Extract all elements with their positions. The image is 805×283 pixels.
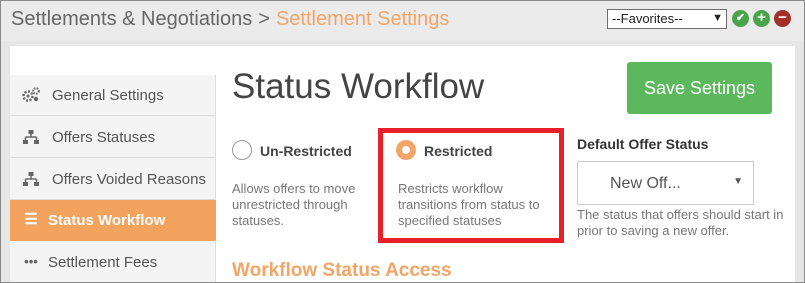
settings-sidebar: General Settings Offers Statuses Offers …	[10, 75, 216, 282]
breadcrumb: Settlements & Negotiations > Settlement Se…	[11, 8, 449, 31]
list-icon: ☰	[24, 211, 38, 228]
breadcrumb-parent[interactable]: Settlements & Negotiations	[11, 8, 252, 30]
default-offer-status-label: Default Offer Status	[577, 136, 709, 152]
default-offer-status-value: New Off...	[610, 175, 681, 192]
restricted-highlight-box	[378, 128, 564, 243]
sitemap-icon	[22, 171, 40, 187]
default-offer-status-select[interactable]: New Off... ▼	[577, 161, 754, 205]
sidebar-item-offers-statuses[interactable]: Offers Statuses	[10, 117, 216, 158]
favorites-value: --Favorites--	[612, 11, 683, 26]
check-icon[interactable]: ✔	[732, 10, 749, 27]
sidebar-item-label: General Settings	[52, 87, 164, 104]
unrestricted-description: Allows offers to move unrestricted throu…	[232, 181, 356, 228]
default-offer-status-help: The status that offers should start in p…	[577, 207, 784, 238]
remove-favorite-icon[interactable]: −	[774, 10, 791, 27]
sidebar-item-label: Status Workflow	[48, 212, 166, 229]
sidebar-item-settlement-fees[interactable]: ••• Settlement Fees	[10, 242, 216, 282]
caret-down-icon: ▼	[733, 176, 743, 187]
sidebar-item-status-workflow[interactable]: ☰ Status Workflow	[10, 200, 216, 241]
sidebar-item-general-settings[interactable]: General Settings	[10, 75, 216, 116]
sitemap-icon	[22, 129, 40, 145]
unrestricted-radio[interactable]	[232, 140, 252, 160]
unrestricted-label[interactable]: Un-Restricted	[260, 143, 352, 159]
sidebar-item-label: Settlement Fees	[48, 254, 158, 271]
app-window: Settlements & Negotiations > Settlement Se…	[0, 0, 805, 283]
chevron-down-icon: ▼	[712, 12, 723, 24]
section-heading: Workflow Status Access	[232, 260, 452, 281]
gears-icon	[22, 87, 40, 103]
page-title: Status Workflow	[232, 67, 485, 106]
sidebar-item-label: Offers Statuses	[52, 129, 156, 146]
breadcrumb-current: Settlement Settings	[275, 8, 450, 30]
breadcrumb-separator: >	[258, 8, 270, 30]
save-settings-button[interactable]: Save Settings	[627, 62, 772, 114]
sidebar-item-label: Offers Voided Reasons	[52, 171, 206, 188]
top-header: Settlements & Negotiations > Settlement Se…	[1, 1, 804, 41]
favorites-select[interactable]: --Favorites-- ▼	[607, 9, 727, 29]
add-favorite-icon[interactable]: +	[753, 10, 770, 27]
ellipsis-icon: •••	[24, 254, 38, 269]
sidebar-item-offers-voided-reasons[interactable]: Offers Voided Reasons	[10, 159, 216, 200]
